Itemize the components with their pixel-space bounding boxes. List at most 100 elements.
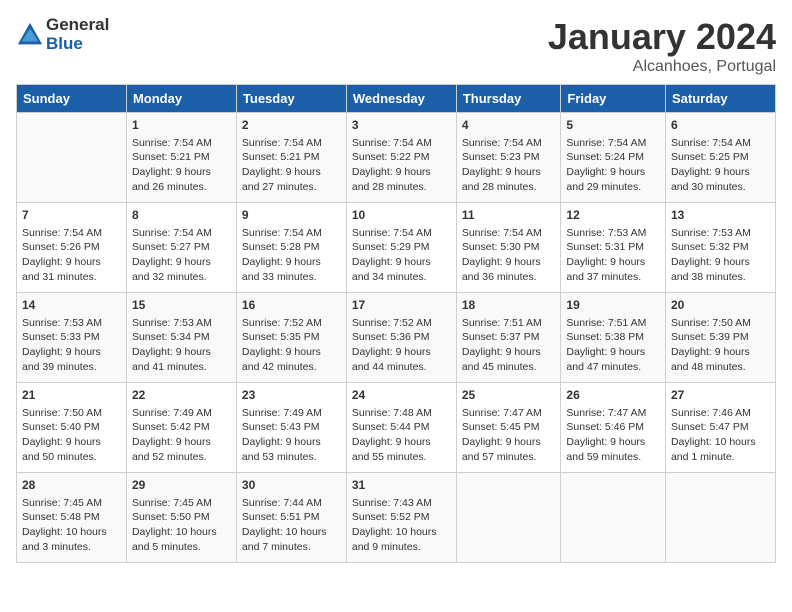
week-row-3: 21 Sunrise: 7:50 AM Sunset: 5:40 PM Dayli… [17,383,776,473]
day-cell: 19Sunrise: 7:51 AM Sunset: 5:38 PM Dayli… [561,293,666,383]
day-info: Sunrise: 7:54 AM Sunset: 5:29 PM Dayligh… [352,226,451,285]
day-info: Sunrise: 7:45 AM Sunset: 5:48 PM Dayligh… [22,496,121,555]
day-info: Sunrise: 7:52 AM Sunset: 5:36 PM Dayligh… [352,316,451,375]
day-cell: 15Sunrise: 7:53 AM Sunset: 5:34 PM Dayli… [126,293,236,383]
day-cell: 13 Sunrise: 7:53 AM Sunset: 5:32 PM Dayli… [665,203,775,293]
col-header-friday: Friday [561,85,666,113]
day-cell: 6 Sunrise: 7:54 AM Sunset: 5:25 PM Daylig… [665,113,775,203]
logo: General Blue [16,16,109,53]
day-info: Sunrise: 7:50 AM Sunset: 5:39 PM Dayligh… [671,316,770,375]
logo-icon [16,21,44,49]
day-cell [17,113,127,203]
calendar-table: SundayMondayTuesdayWednesdayThursdayFrid… [16,84,776,563]
day-cell: 7Sunrise: 7:54 AM Sunset: 5:26 PM Daylig… [17,203,127,293]
day-cell: 26 Sunrise: 7:47 AM Sunset: 5:46 PM Dayli… [561,383,666,473]
day-cell: 12 Sunrise: 7:53 AM Sunset: 5:31 PM Dayli… [561,203,666,293]
day-cell: 9Sunrise: 7:54 AM Sunset: 5:28 PM Daylig… [236,203,346,293]
day-cell: 5 Sunrise: 7:54 AM Sunset: 5:24 PM Daylig… [561,113,666,203]
col-header-wednesday: Wednesday [346,85,456,113]
day-cell [561,473,666,563]
week-row-4: 28 Sunrise: 7:45 AM Sunset: 5:48 PM Dayli… [17,473,776,563]
day-number: 6 [671,117,770,134]
day-info: Sunrise: 7:45 AM Sunset: 5:50 PM Dayligh… [132,496,231,555]
day-number: 1 [132,117,231,134]
day-info: Sunrise: 7:53 AM Sunset: 5:31 PM Dayligh… [566,226,660,285]
day-number: 16 [242,297,341,314]
day-cell: 16 Sunrise: 7:52 AM Sunset: 5:35 PM Dayli… [236,293,346,383]
location-subtitle: Alcanhoes, Portugal [548,58,776,76]
day-cell: 18 Sunrise: 7:51 AM Sunset: 5:37 PM Dayli… [456,293,561,383]
col-header-tuesday: Tuesday [236,85,346,113]
day-cell: 28 Sunrise: 7:45 AM Sunset: 5:48 PM Dayli… [17,473,127,563]
day-number: 29 [132,477,231,494]
day-info: Sunrise: 7:48 AM Sunset: 5:44 PM Dayligh… [352,406,451,465]
day-info: Sunrise: 7:51 AM Sunset: 5:38 PM Dayligh… [566,316,660,375]
day-info: Sunrise: 7:54 AM Sunset: 5:26 PM Dayligh… [22,226,121,285]
day-number: 27 [671,387,770,404]
day-cell: 30Sunrise: 7:44 AM Sunset: 5:51 PM Dayli… [236,473,346,563]
header-row: SundayMondayTuesdayWednesdayThursdayFrid… [17,85,776,113]
day-cell: 2 Sunrise: 7:54 AM Sunset: 5:21 PM Daylig… [236,113,346,203]
day-number: 26 [566,387,660,404]
day-number: 30 [242,477,341,494]
day-number: 28 [22,477,121,494]
day-cell [456,473,561,563]
day-cell [665,473,775,563]
day-number: 20 [671,297,770,314]
day-number: 5 [566,117,660,134]
day-cell: 1 Sunrise: 7:54 AM Sunset: 5:21 PM Daylig… [126,113,236,203]
day-cell: 20 Sunrise: 7:50 AM Sunset: 5:39 PM Dayli… [665,293,775,383]
day-number: 22 [132,387,231,404]
day-cell: 10 Sunrise: 7:54 AM Sunset: 5:29 PM Dayli… [346,203,456,293]
title-block: January 2024 Alcanhoes, Portugal [548,16,776,76]
day-info: Sunrise: 7:47 AM Sunset: 5:46 PM Dayligh… [566,406,660,465]
week-row-1: 7Sunrise: 7:54 AM Sunset: 5:26 PM Daylig… [17,203,776,293]
day-number: 24 [352,387,451,404]
day-cell: 11 Sunrise: 7:54 AM Sunset: 5:30 PM Dayli… [456,203,561,293]
day-number: 23 [242,387,341,404]
day-info: Sunrise: 7:54 AM Sunset: 5:21 PM Dayligh… [242,136,341,195]
day-info: Sunrise: 7:47 AM Sunset: 5:45 PM Dayligh… [462,406,556,465]
day-info: Sunrise: 7:51 AM Sunset: 5:37 PM Dayligh… [462,316,556,375]
col-header-sunday: Sunday [17,85,127,113]
day-cell: 27 Sunrise: 7:46 AM Sunset: 5:47 PM Dayli… [665,383,775,473]
day-info: Sunrise: 7:54 AM Sunset: 5:27 PM Dayligh… [132,226,231,285]
day-info: Sunrise: 7:50 AM Sunset: 5:40 PM Dayligh… [22,406,121,465]
day-number: 21 [22,387,121,404]
day-cell: 22Sunrise: 7:49 AM Sunset: 5:42 PM Dayli… [126,383,236,473]
day-info: Sunrise: 7:54 AM Sunset: 5:25 PM Dayligh… [671,136,770,195]
day-number: 2 [242,117,341,134]
day-info: Sunrise: 7:54 AM Sunset: 5:30 PM Dayligh… [462,226,556,285]
day-info: Sunrise: 7:53 AM Sunset: 5:33 PM Dayligh… [22,316,121,375]
day-number: 18 [462,297,556,314]
day-info: Sunrise: 7:53 AM Sunset: 5:32 PM Dayligh… [671,226,770,285]
week-row-0: 1 Sunrise: 7:54 AM Sunset: 5:21 PM Daylig… [17,113,776,203]
day-number: 12 [566,207,660,224]
day-cell: 25Sunrise: 7:47 AM Sunset: 5:45 PM Dayli… [456,383,561,473]
day-cell: 24 Sunrise: 7:48 AM Sunset: 5:44 PM Dayli… [346,383,456,473]
day-info: Sunrise: 7:54 AM Sunset: 5:28 PM Dayligh… [242,226,341,285]
day-number: 13 [671,207,770,224]
day-info: Sunrise: 7:54 AM Sunset: 5:21 PM Dayligh… [132,136,231,195]
day-cell: 3Sunrise: 7:54 AM Sunset: 5:22 PM Daylig… [346,113,456,203]
day-cell: 17 Sunrise: 7:52 AM Sunset: 5:36 PM Dayli… [346,293,456,383]
day-cell: 31Sunrise: 7:43 AM Sunset: 5:52 PM Dayli… [346,473,456,563]
day-cell: 8 Sunrise: 7:54 AM Sunset: 5:27 PM Daylig… [126,203,236,293]
day-info: Sunrise: 7:43 AM Sunset: 5:52 PM Dayligh… [352,496,451,555]
day-info: Sunrise: 7:54 AM Sunset: 5:22 PM Dayligh… [352,136,451,195]
day-cell: 14 Sunrise: 7:53 AM Sunset: 5:33 PM Dayli… [17,293,127,383]
day-number: 8 [132,207,231,224]
logo-general-text: General [46,15,109,34]
day-cell: 4Sunrise: 7:54 AM Sunset: 5:23 PM Daylig… [456,113,561,203]
col-header-saturday: Saturday [665,85,775,113]
logo-blue-text: Blue [46,34,83,53]
day-number: 11 [462,207,556,224]
day-number: 14 [22,297,121,314]
day-info: Sunrise: 7:52 AM Sunset: 5:35 PM Dayligh… [242,316,341,375]
day-number: 15 [132,297,231,314]
day-number: 10 [352,207,451,224]
day-info: Sunrise: 7:46 AM Sunset: 5:47 PM Dayligh… [671,406,770,465]
day-info: Sunrise: 7:54 AM Sunset: 5:24 PM Dayligh… [566,136,660,195]
day-cell: 29 Sunrise: 7:45 AM Sunset: 5:50 PM Dayli… [126,473,236,563]
day-number: 17 [352,297,451,314]
